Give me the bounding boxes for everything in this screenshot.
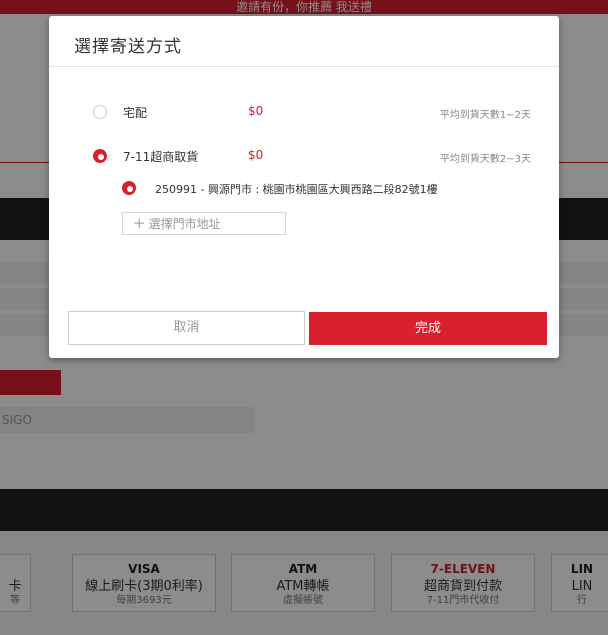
shipping-method-dialog: 選擇寄送方式 宅配 $0 平均到貨天數1~2天 7-11超商取貨 $0 平均到貨…: [49, 16, 559, 358]
radio-selected-icon[interactable]: [122, 181, 136, 195]
radio-unselected-icon[interactable]: [93, 105, 107, 119]
plus-icon: +: [133, 214, 146, 232]
option-label: 宅配: [123, 106, 148, 120]
add-store-label: 選擇門市地址: [148, 217, 221, 231]
store-option[interactable]: 250991 - 興源門市 : 桃園市桃園區大興西路二段82號1樓: [122, 179, 482, 199]
option-label: 7-11超商取貨: [123, 150, 199, 164]
add-store-button[interactable]: + 選擇門市地址: [122, 212, 286, 235]
cancel-button[interactable]: 取消: [68, 311, 305, 345]
shipping-option-711-pickup[interactable]: 7-11超商取貨 $0 平均到貨天數2~3天: [93, 147, 531, 167]
option-eta: 平均到貨天數2~3天: [439, 154, 531, 165]
done-button[interactable]: 完成: [309, 312, 547, 345]
shipping-option-home-delivery[interactable]: 宅配 $0 平均到貨天數1~2天: [93, 103, 531, 123]
dialog-title: 選擇寄送方式: [74, 37, 182, 57]
option-price: $0: [248, 148, 264, 162]
option-eta: 平均到貨天數1~2天: [439, 110, 531, 121]
radio-selected-icon[interactable]: [93, 149, 107, 163]
option-price: $0: [248, 104, 264, 118]
store-address: 250991 - 興源門市 : 桃園市桃園區大興西路二段82號1樓: [155, 183, 438, 196]
divider: [49, 66, 559, 67]
